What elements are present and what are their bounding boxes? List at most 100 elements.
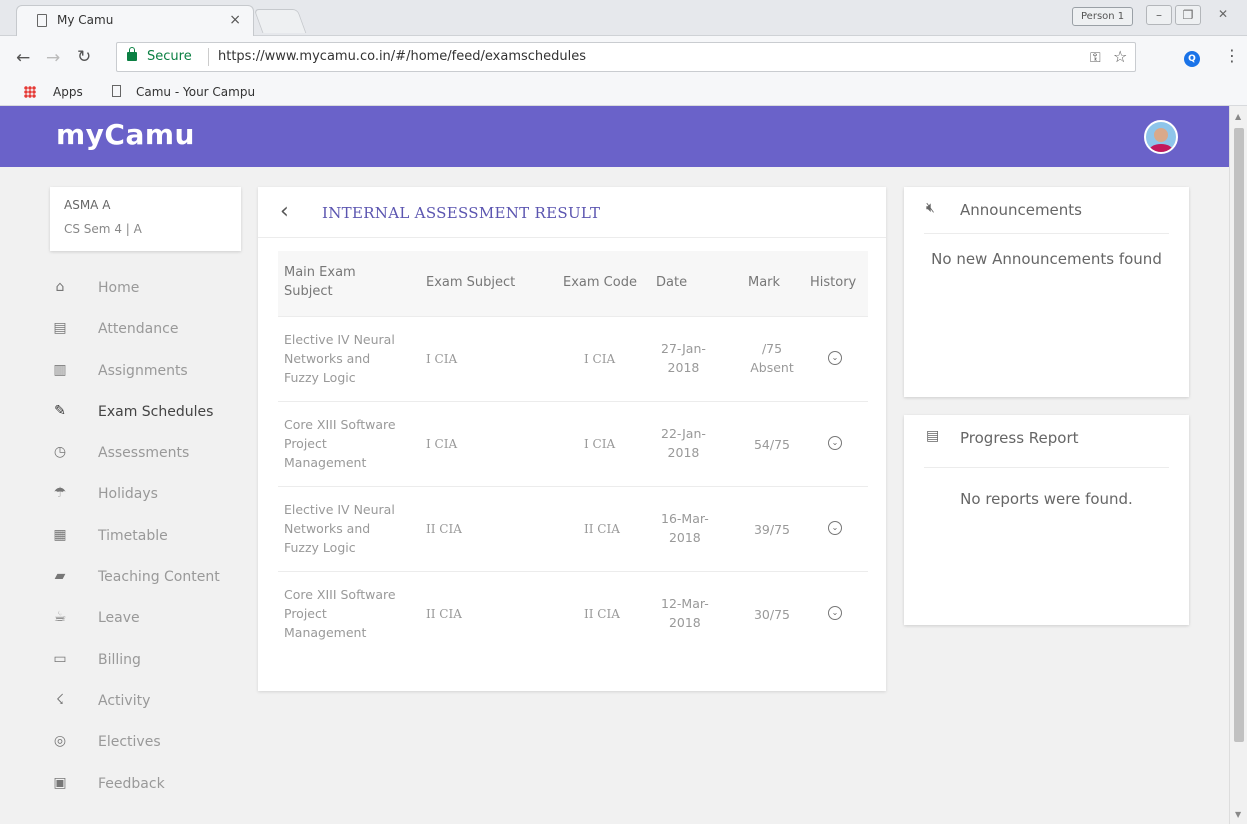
scroll-down-icon[interactable]: ▼ — [1235, 810, 1241, 819]
sidebar-item-teaching-content[interactable]: ▰ Teaching Content — [52, 562, 252, 603]
back-arrow-icon[interactable]: ← — [16, 48, 30, 68]
cell-main-subject-line: Core XIII Software — [284, 587, 396, 602]
history-chevron-icon[interactable]: ⌄ — [828, 606, 842, 620]
sidebar-item-label: Feedback — [98, 775, 165, 792]
sidebar-item-electives[interactable]: ◎ Electives — [52, 727, 252, 768]
history-chevron-icon[interactable]: ⌄ — [828, 351, 842, 365]
exam-schedules-icon: ✎ — [54, 402, 66, 419]
cell-main-subject-line: Elective IV Neural — [284, 502, 395, 517]
muted-speaker-icon: 🔇︎ — [926, 200, 935, 216]
address-bar[interactable]: Secure https://www.mycamu.co.in/#/home/f… — [116, 42, 1136, 72]
document-icon: ▤ — [926, 428, 940, 444]
cell-main-subject-line: Project — [284, 436, 327, 451]
browser-menu-icon[interactable]: ⋮ — [1224, 46, 1240, 65]
sidebar-item-leave[interactable]: ☕ Leave — [52, 603, 252, 644]
column-header-main-subject: Main Exam Subject — [284, 265, 356, 299]
announcements-card: 🔇︎ Announcements No new Announcements fo… — [904, 187, 1189, 397]
cell-exam-code: I CIA — [584, 437, 616, 451]
sidebar-item-home[interactable]: ⌂ Home — [52, 273, 252, 314]
page-scrollbar[interactable]: ▲ ▼ — [1229, 106, 1247, 824]
cell-main-subject-line: Fuzzy Logic — [284, 540, 356, 555]
scroll-thumb[interactable] — [1234, 128, 1244, 742]
back-chevron-icon[interactable]: ‹ — [280, 199, 289, 224]
table-header: Main Exam Subject Exam Subject Exam Code… — [278, 251, 868, 316]
beach-umbrella-icon: ☂ — [53, 485, 67, 502]
cell-exam-subject: I CIA — [426, 352, 458, 366]
cell-date-line: 2018 — [667, 360, 700, 375]
key-icon[interactable]: ⚿ — [1090, 50, 1101, 66]
sidebar-item-activity[interactable]: ☇ Activity — [52, 686, 252, 727]
stopwatch-icon: ◷ — [53, 444, 67, 461]
profile-button[interactable]: Person 1 — [1072, 7, 1134, 26]
forward-arrow-icon[interactable]: → — [46, 48, 60, 68]
secure-label: Secure — [147, 49, 192, 64]
user-name: ASMA A — [64, 198, 111, 212]
reload-icon[interactable]: ↻ — [77, 47, 91, 67]
maximize-icon[interactable]: ❐ — [1175, 5, 1201, 25]
tab-close-icon[interactable]: × — [229, 12, 241, 28]
page-icon — [112, 85, 121, 97]
divider — [258, 237, 886, 238]
bookmarks-bar: Apps Camu - Your Campu — [0, 80, 1247, 106]
sidebar-item-label: Leave — [98, 610, 140, 627]
cell-mark-line: 39/75 — [753, 522, 791, 537]
cell-date-line: 22-Jan- — [661, 426, 706, 441]
cell-exam-subject: II CIA — [426, 522, 462, 536]
cell-date: 16-Mar- 2018 — [661, 509, 709, 547]
sidebar-item-assignments[interactable]: ▥ Assignments — [52, 356, 252, 397]
browser-tabstrip: My Camu × Person 1 – ❐ ✕ — [0, 0, 1247, 36]
close-window-icon[interactable]: ✕ — [1210, 5, 1236, 25]
cell-date: 12-Mar- 2018 — [661, 594, 709, 632]
progress-report-card: ▤ Progress Report No reports were found. — [904, 415, 1189, 625]
sidebar-item-exam-schedules[interactable]: ✎ Exam Schedules — [52, 397, 252, 438]
cell-date-line: 2018 — [668, 615, 701, 630]
cell-mark-line: /75 — [761, 341, 783, 356]
cell-date-line: 27-Jan- — [661, 341, 706, 356]
lock-icon — [127, 47, 137, 61]
book-icon: ▰ — [54, 568, 66, 585]
browser-tab[interactable]: My Camu × — [16, 5, 254, 36]
sidebar-item-feedback[interactable]: ▣ Feedback — [52, 769, 252, 810]
sidebar-item-label: Billing — [98, 651, 141, 668]
calendar-icon: ▦ — [53, 526, 67, 543]
cell-mark-line: 54/75 — [753, 437, 791, 452]
bookmark-camu[interactable]: Camu - Your Campu — [136, 85, 255, 99]
sidebar-item-billing[interactable]: ▭ Billing — [52, 645, 252, 686]
cell-main-subject-line: Networks and — [284, 521, 371, 536]
minimize-icon[interactable]: – — [1146, 5, 1172, 25]
leave-icon: ☕ — [53, 609, 67, 626]
sidebar-item-timetable[interactable]: ▦ Timetable — [52, 521, 252, 562]
progress-report-empty-text: No reports were found. — [960, 490, 1133, 508]
apps-grid-icon[interactable] — [24, 86, 36, 98]
cell-mark-line: Absent — [750, 360, 794, 375]
sidebar-item-label: Teaching Content — [98, 569, 220, 586]
cell-date: 27-Jan- 2018 — [661, 339, 706, 377]
billing-icon: ▭ — [53, 650, 67, 667]
cell-exam-subject: II CIA — [426, 607, 462, 621]
cell-main-subject-line: Management — [284, 455, 367, 470]
content-area: ASMA A CS Sem 4 | A ⌂ Home ▤ Attendance ▥ Ass… — [0, 167, 1229, 824]
new-tab-button[interactable] — [253, 9, 307, 33]
cell-main-subject-line: Core XIII Software — [284, 417, 396, 432]
extension-icon[interactable]: Q — [1184, 51, 1200, 67]
brand-logo[interactable]: myCamu — [56, 118, 195, 151]
url-separator — [208, 48, 209, 66]
column-header-mark: Mark — [748, 275, 781, 290]
sidebar-item-label: Home — [98, 280, 140, 296]
cell-mark-line: 30/75 — [753, 607, 791, 622]
cell-main-subject-line: Project — [284, 606, 327, 621]
history-chevron-icon[interactable]: ⌄ — [828, 436, 842, 450]
cell-main-subject-line: Elective IV Neural — [284, 332, 395, 347]
scroll-up-icon[interactable]: ▲ — [1235, 112, 1241, 121]
sidebar-item-attendance[interactable]: ▤ Attendance — [52, 314, 252, 355]
bookmark-star-icon[interactable]: ☆ — [1113, 47, 1127, 66]
sidebar-item-holidays[interactable]: ☂ Holidays — [52, 479, 252, 520]
bookmark-apps[interactable]: Apps — [53, 85, 83, 99]
cell-main-subject: Elective IV Neural Networks and Fuzzy Logi… — [284, 500, 395, 557]
sidebar-item-assessments[interactable]: ◷ Assessments — [52, 438, 252, 479]
cell-date: 22-Jan- 2018 — [661, 424, 706, 462]
avatar[interactable] — [1144, 120, 1178, 154]
table-row: Elective IV Neural Networks and Fuzzy Logi… — [278, 316, 868, 401]
history-chevron-icon[interactable]: ⌄ — [828, 521, 842, 535]
cell-main-subject-line: Management — [284, 625, 367, 640]
